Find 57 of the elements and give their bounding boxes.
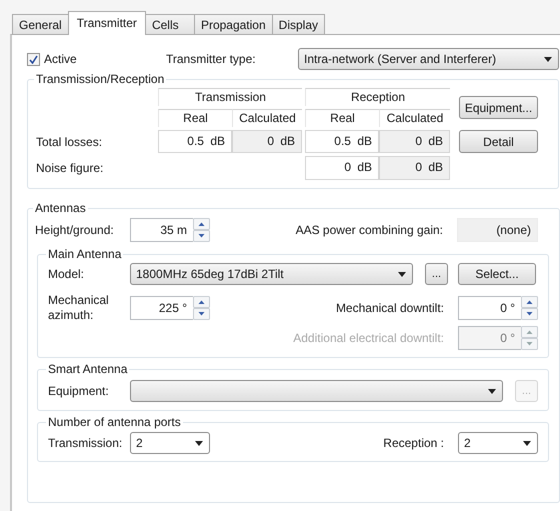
field-label: AAS power combining gain: [296, 223, 443, 237]
checkbox[interactable] [27, 52, 40, 66]
value-field[interactable]: 0.5 dB [158, 130, 232, 153]
dropdown[interactable]: 1800MHz 65deg 17dBi 2Tilt [130, 263, 413, 285]
field-label: Mechanical azimuth: [48, 293, 110, 323]
browse-button[interactable]: ... [425, 263, 448, 285]
group-title: Antennas [34, 201, 87, 215]
number-field[interactable]: 225 ° [130, 296, 193, 320]
group-title: Smart Antenna [47, 362, 128, 376]
value-field: 0 dB [379, 156, 450, 180]
value-field[interactable]: 0.5 dB [305, 130, 379, 153]
tab[interactable]: Transmitter [68, 11, 146, 35]
column-header: Calculated [379, 109, 450, 127]
value-field[interactable]: 0 dB [305, 156, 379, 180]
value-field: (none) [457, 218, 538, 242]
caret-icon [195, 440, 203, 446]
button[interactable]: Equipment... [459, 96, 538, 119]
dropdown[interactable]: 2 [458, 432, 538, 454]
column-header: Reception [305, 88, 450, 106]
number-field[interactable]: 0 ° [458, 296, 521, 320]
field-label: Height/ground: [35, 223, 115, 237]
dropdown[interactable] [130, 380, 503, 402]
select-button[interactable]: Select... [458, 263, 536, 285]
column-header: Real [158, 109, 232, 127]
row-label: Total losses: [36, 134, 104, 150]
value-field: 0 dB [379, 130, 450, 153]
caret-icon [523, 440, 531, 446]
column-header: Calculated [232, 109, 302, 127]
tab[interactable]: Cells [144, 14, 195, 34]
group-title: Number of antenna ports [47, 415, 182, 429]
field-label: Mechanical downtilt: [336, 301, 444, 315]
spin-buttons[interactable] [193, 296, 210, 320]
row-label: Noise figure: [36, 160, 104, 177]
field-label: Reception : [383, 436, 444, 450]
dropdown[interactable]: Intra-network (Server and Interferer) [298, 48, 559, 70]
caret-icon [488, 388, 496, 394]
field-label: Transmission: [48, 436, 124, 450]
spin-buttons[interactable] [193, 218, 210, 242]
field-label: Additional electrical downtilt: [293, 331, 444, 345]
tab[interactable]: Display [272, 14, 326, 34]
caret-icon [544, 56, 552, 62]
dropdown[interactable]: 2 [130, 432, 210, 454]
column-header: Transmission [158, 88, 302, 106]
button[interactable]: Detail [459, 130, 538, 153]
tab[interactable]: Propagation [194, 14, 273, 34]
group-title: Main Antenna [47, 247, 122, 261]
field-label: Transmitter type: [166, 52, 257, 66]
value-field: 0 dB [232, 130, 302, 153]
checkbox-label: Active [44, 52, 77, 66]
group-title: Transmission/Reception [35, 72, 166, 86]
field-label: Model: [48, 267, 86, 281]
caret-icon [398, 272, 406, 276]
tab[interactable]: General [12, 14, 69, 34]
column-header: Real [305, 109, 379, 127]
field-label: Equipment: [48, 384, 110, 398]
spin-buttons[interactable] [521, 296, 538, 320]
number-field[interactable]: 35 m [130, 218, 193, 242]
